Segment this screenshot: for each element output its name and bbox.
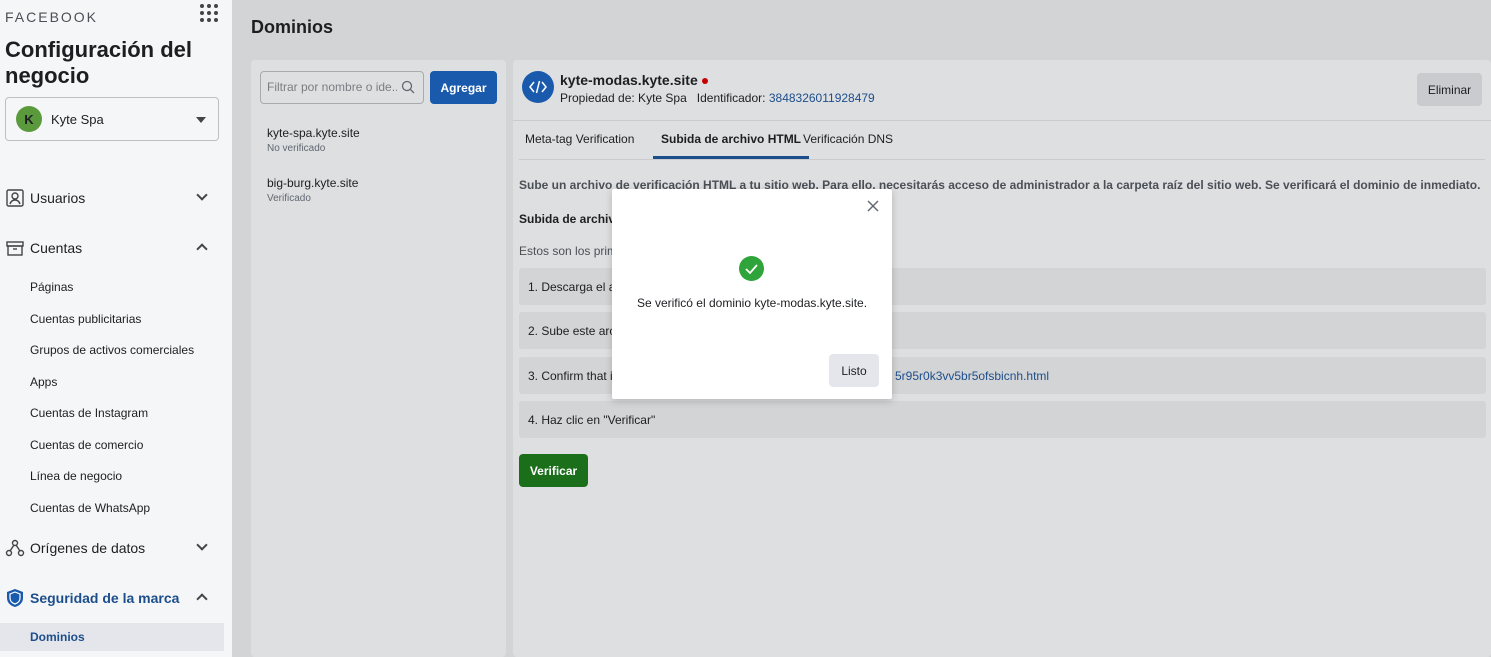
list-item[interactable]: kyte-spa.kyte.site No verificado — [267, 126, 360, 154]
domain-title: kyte-modas.kyte.site — [560, 72, 708, 88]
verification-file-link[interactable]: 5r95r0k3vv5br5ofsbicnh.html — [895, 369, 1049, 383]
step-text: 2. Sube este arch — [528, 324, 623, 338]
chevron-up-icon — [196, 243, 208, 255]
delete-button[interactable]: Eliminar — [1417, 73, 1482, 106]
account-name: Kyte Spa — [51, 111, 104, 127]
business-settings-title: Configuración del negocio — [5, 37, 192, 88]
nav-label-data-sources: Orígenes de datos — [30, 540, 146, 556]
add-domain-button[interactable]: Agregar — [430, 71, 497, 104]
success-dialog: Se verificó el dominio kyte-modas.kyte.s… — [612, 189, 892, 399]
domain-name: kyte-spa.kyte.site — [267, 126, 360, 140]
divider — [513, 120, 1491, 121]
domain-status: No verificado — [267, 143, 326, 154]
id-value[interactable]: 3848326011928479 — [769, 91, 875, 105]
nav-label-accounts: Cuentas — [30, 240, 83, 256]
tab-dns[interactable]: Verificación DNS — [803, 132, 893, 156]
domain-name: big-burg.kyte.site — [267, 176, 359, 190]
accounts-icon — [6, 241, 24, 256]
tab-meta-tag[interactable]: Meta-tag Verification — [525, 132, 634, 156]
close-icon[interactable] — [867, 200, 879, 212]
list-item[interactable]: big-burg.kyte.site Verificado — [267, 176, 358, 204]
apps-grid-icon[interactable] — [200, 4, 218, 22]
shield-icon — [7, 589, 23, 607]
facebook-logo: FACEBOOK — [5, 9, 99, 25]
code-icon — [522, 71, 554, 103]
owner-label: Propiedad de: Kyte Spa — [560, 91, 687, 105]
section-title: Subida de archivo — [519, 212, 623, 226]
domain-title-text: kyte-modas.kyte.site — [560, 72, 698, 88]
caret-down-icon — [196, 117, 206, 123]
sidebar-item-ad-accounts[interactable]: Cuentas publicitarias — [30, 312, 141, 326]
search-input[interactable] — [267, 80, 397, 94]
nav-section-brand-safety[interactable]: Seguridad de la marca — [0, 583, 224, 613]
id-label: Identificador: — [696, 91, 766, 105]
users-icon — [6, 189, 24, 207]
step-text: 1. Descarga el ar — [528, 280, 620, 294]
done-button[interactable]: Listo — [829, 354, 879, 387]
verify-button[interactable]: Verificar — [519, 454, 588, 487]
sidebar-item-asset-groups[interactable]: Grupos de activos comerciales — [30, 343, 194, 357]
nav-section-accounts[interactable]: Cuentas — [0, 233, 224, 263]
sidebar-item-business-line[interactable]: Línea de negocio — [30, 469, 122, 483]
steps-intro: Estos son los prim — [519, 244, 618, 258]
page-title: Dominios — [251, 17, 334, 37]
domain-status: Verificado — [267, 193, 311, 204]
success-message: Se verificó el dominio kyte-modas.kyte.s… — [636, 296, 868, 310]
tabs: Meta-tag Verification Subida de archivo … — [519, 122, 1485, 160]
step-text: 4. Haz clic en "Verificar" — [528, 413, 656, 427]
sidebar-item-domains[interactable]: Dominios — [0, 623, 224, 651]
search-icon[interactable] — [401, 80, 415, 94]
domain-meta: Propiedad de: Kyte Spa Identificador: 38… — [560, 91, 875, 105]
sidebar-item-commerce[interactable]: Cuentas de comercio — [30, 438, 143, 452]
domain-list-panel: Agregar kyte-spa.kyte.site No verificado… — [251, 60, 506, 657]
nav-section-data-sources[interactable]: Orígenes de datos — [0, 533, 224, 563]
nav-label-users: Usuarios — [30, 190, 86, 206]
sidebar: FACEBOOK Configuración del negocio K Kyt… — [0, 0, 232, 657]
sidebar-item-apps[interactable]: Apps — [30, 375, 57, 389]
chevron-down-icon — [196, 189, 208, 201]
chevron-down-icon — [196, 539, 208, 551]
sidebar-item-instagram[interactable]: Cuentas de Instagram — [30, 406, 148, 420]
step-row: 4. Haz clic en "Verificar" — [519, 401, 1486, 438]
step-text: 3. Confirm that it — [528, 369, 617, 383]
sidebar-item-label: Dominios — [30, 630, 85, 644]
tab-html-upload[interactable]: Subida de archivo HTML — [653, 132, 810, 159]
sidebar-item-pages[interactable]: Páginas — [30, 280, 73, 294]
search-box — [260, 71, 424, 104]
account-avatar: K — [16, 106, 42, 132]
error-dot-icon — [701, 78, 708, 85]
nav-label-brand-safety: Seguridad de la marca — [30, 590, 180, 606]
data-sources-icon — [5, 539, 25, 557]
nav-section-users[interactable]: Usuarios — [0, 183, 224, 213]
check-circle-icon — [739, 256, 764, 281]
chevron-up-icon — [196, 593, 208, 605]
account-selector[interactable]: K Kyte Spa — [5, 97, 219, 141]
sidebar-item-whatsapp[interactable]: Cuentas de WhatsApp — [30, 501, 150, 515]
